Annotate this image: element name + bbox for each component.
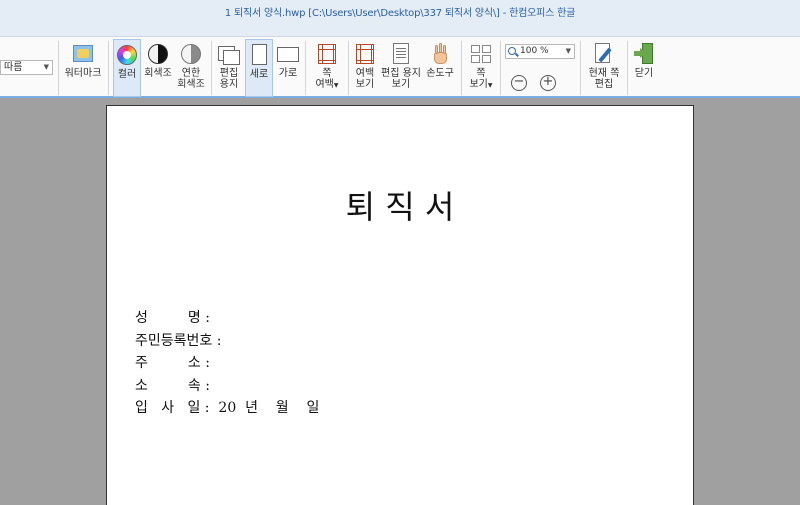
landscape-label: 가로 [278, 68, 298, 79]
margin-view-icon [354, 43, 376, 65]
color-button[interactable]: 컬러 [113, 39, 141, 97]
zoom-in-icon: + [542, 74, 554, 89]
margin-view-label-2: 보기 [355, 79, 375, 90]
field-department: 소 속 : [135, 378, 210, 394]
zoom-value: 100 % [520, 46, 549, 56]
window-title: 1 퇴직서 양식.hwp [C:\Users\User\Desktop\337 … [224, 8, 576, 19]
portrait-page-icon [248, 44, 270, 66]
close-button[interactable]: 닫기 [630, 39, 658, 97]
color-label: 컬러 [117, 69, 137, 80]
edit-paper-view-label-1: 편집 용지 [381, 68, 421, 79]
document-title: 퇴 직 서 [345, 188, 455, 226]
page-view-label-2: 보기▼ [469, 79, 493, 90]
close-label: 닫기 [634, 68, 654, 79]
watermark-icon [72, 43, 94, 65]
edit-paper-view-label-2: 보기 [391, 79, 411, 90]
chevron-down-icon: ▼ [43, 63, 49, 71]
edit-paper-label-1: 편집 [219, 68, 239, 79]
print-preview-ribbon: 따름 ▼ 워터마크 컬러 회색조 연한 회색조 편집 용지 세로 가로 쪽 여백… [0, 36, 800, 98]
hand-icon [429, 43, 451, 65]
separator [627, 41, 628, 95]
zoom-out-icon: − [513, 74, 525, 89]
edit-current-page-button[interactable]: 현재 쪽 편집 [584, 39, 624, 97]
page-margin-label-1: 쪽 [322, 68, 332, 79]
title-bar: 1 퇴직서 양식.hwp [C:\Users\User\Desktop\337 … [0, 0, 800, 36]
color-mode-dropdown[interactable]: 따름 ▼ [0, 60, 53, 75]
page-view-button[interactable]: 쪽 보기▼ [465, 39, 497, 97]
watermark-label: 워터마크 [64, 68, 102, 79]
field-resident-number: 주민등록번호 : [135, 333, 222, 349]
edit-paper-view-button[interactable]: 편집 용지 보기 [380, 39, 422, 97]
light-grayscale-button[interactable]: 연한 회색조 [176, 39, 206, 97]
separator [305, 41, 306, 95]
separator [211, 41, 212, 95]
grayscale-button[interactable]: 회색조 [143, 39, 173, 97]
zoom-in-button[interactable]: + [540, 75, 556, 91]
landscape-button[interactable]: 가로 [275, 39, 301, 97]
margin-view-button[interactable]: 여백 보기 [352, 39, 378, 97]
separator [461, 41, 462, 95]
light-grayscale-icon [180, 43, 202, 65]
grayscale-icon [147, 43, 169, 65]
separator [500, 41, 501, 95]
field-address: 주 소 : [135, 355, 210, 371]
chevron-down-icon: ▼ [565, 47, 571, 55]
exit-door-icon [633, 43, 655, 65]
edit-paper-label-2: 용지 [219, 79, 239, 90]
grayscale-label: 회색조 [144, 68, 172, 79]
field-join-date: 입 사 일 : 20 년 월 일 [135, 400, 320, 416]
dropdown-value: 따름 [4, 62, 23, 73]
page-margin-label-2: 여백▼ [315, 79, 339, 90]
document-page: 퇴 직 서 성 명 : 주민등록번호 : 주 소 : 소 속 : 입 사 일 :… [106, 105, 694, 505]
color-wheel-icon [116, 44, 138, 66]
chevron-down-icon: ▼ [333, 82, 339, 89]
light-grayscale-label-1: 연한 [181, 68, 201, 79]
separator [58, 41, 59, 95]
chevron-down-icon: ▼ [487, 82, 493, 89]
separator [108, 41, 109, 95]
hand-tool-label: 손도구 [426, 68, 454, 79]
zoom-dropdown[interactable]: 100 % ▼ [505, 44, 575, 59]
edit-paper-view-icon [390, 43, 412, 65]
landscape-page-icon [277, 43, 299, 65]
margin-view-label-1: 여백 [355, 68, 375, 79]
edit-paper-icon [218, 43, 240, 65]
watermark-button[interactable]: 워터마크 [62, 39, 104, 97]
hand-tool-button[interactable]: 손도구 [424, 39, 456, 97]
edit-current-label-2: 편집 [594, 79, 614, 90]
portrait-button[interactable]: 세로 [245, 39, 273, 97]
page-margin-icon [316, 43, 338, 65]
page-margin-button[interactable]: 쪽 여백▼ [310, 39, 344, 97]
multi-page-icon [470, 43, 492, 65]
edit-current-label-1: 현재 쪽 [588, 68, 620, 79]
separator [580, 41, 581, 95]
zoom-out-button[interactable]: − [511, 75, 527, 91]
separator [348, 41, 349, 95]
edit-paper-button[interactable]: 편집 용지 [215, 39, 243, 97]
edit-page-pencil-icon [593, 43, 615, 65]
field-name: 성 명 : [135, 310, 210, 326]
light-grayscale-label-2: 회색조 [177, 79, 205, 90]
page-view-label-1: 쪽 [476, 68, 486, 79]
portrait-label: 세로 [249, 69, 269, 80]
magnifier-icon [508, 47, 516, 55]
